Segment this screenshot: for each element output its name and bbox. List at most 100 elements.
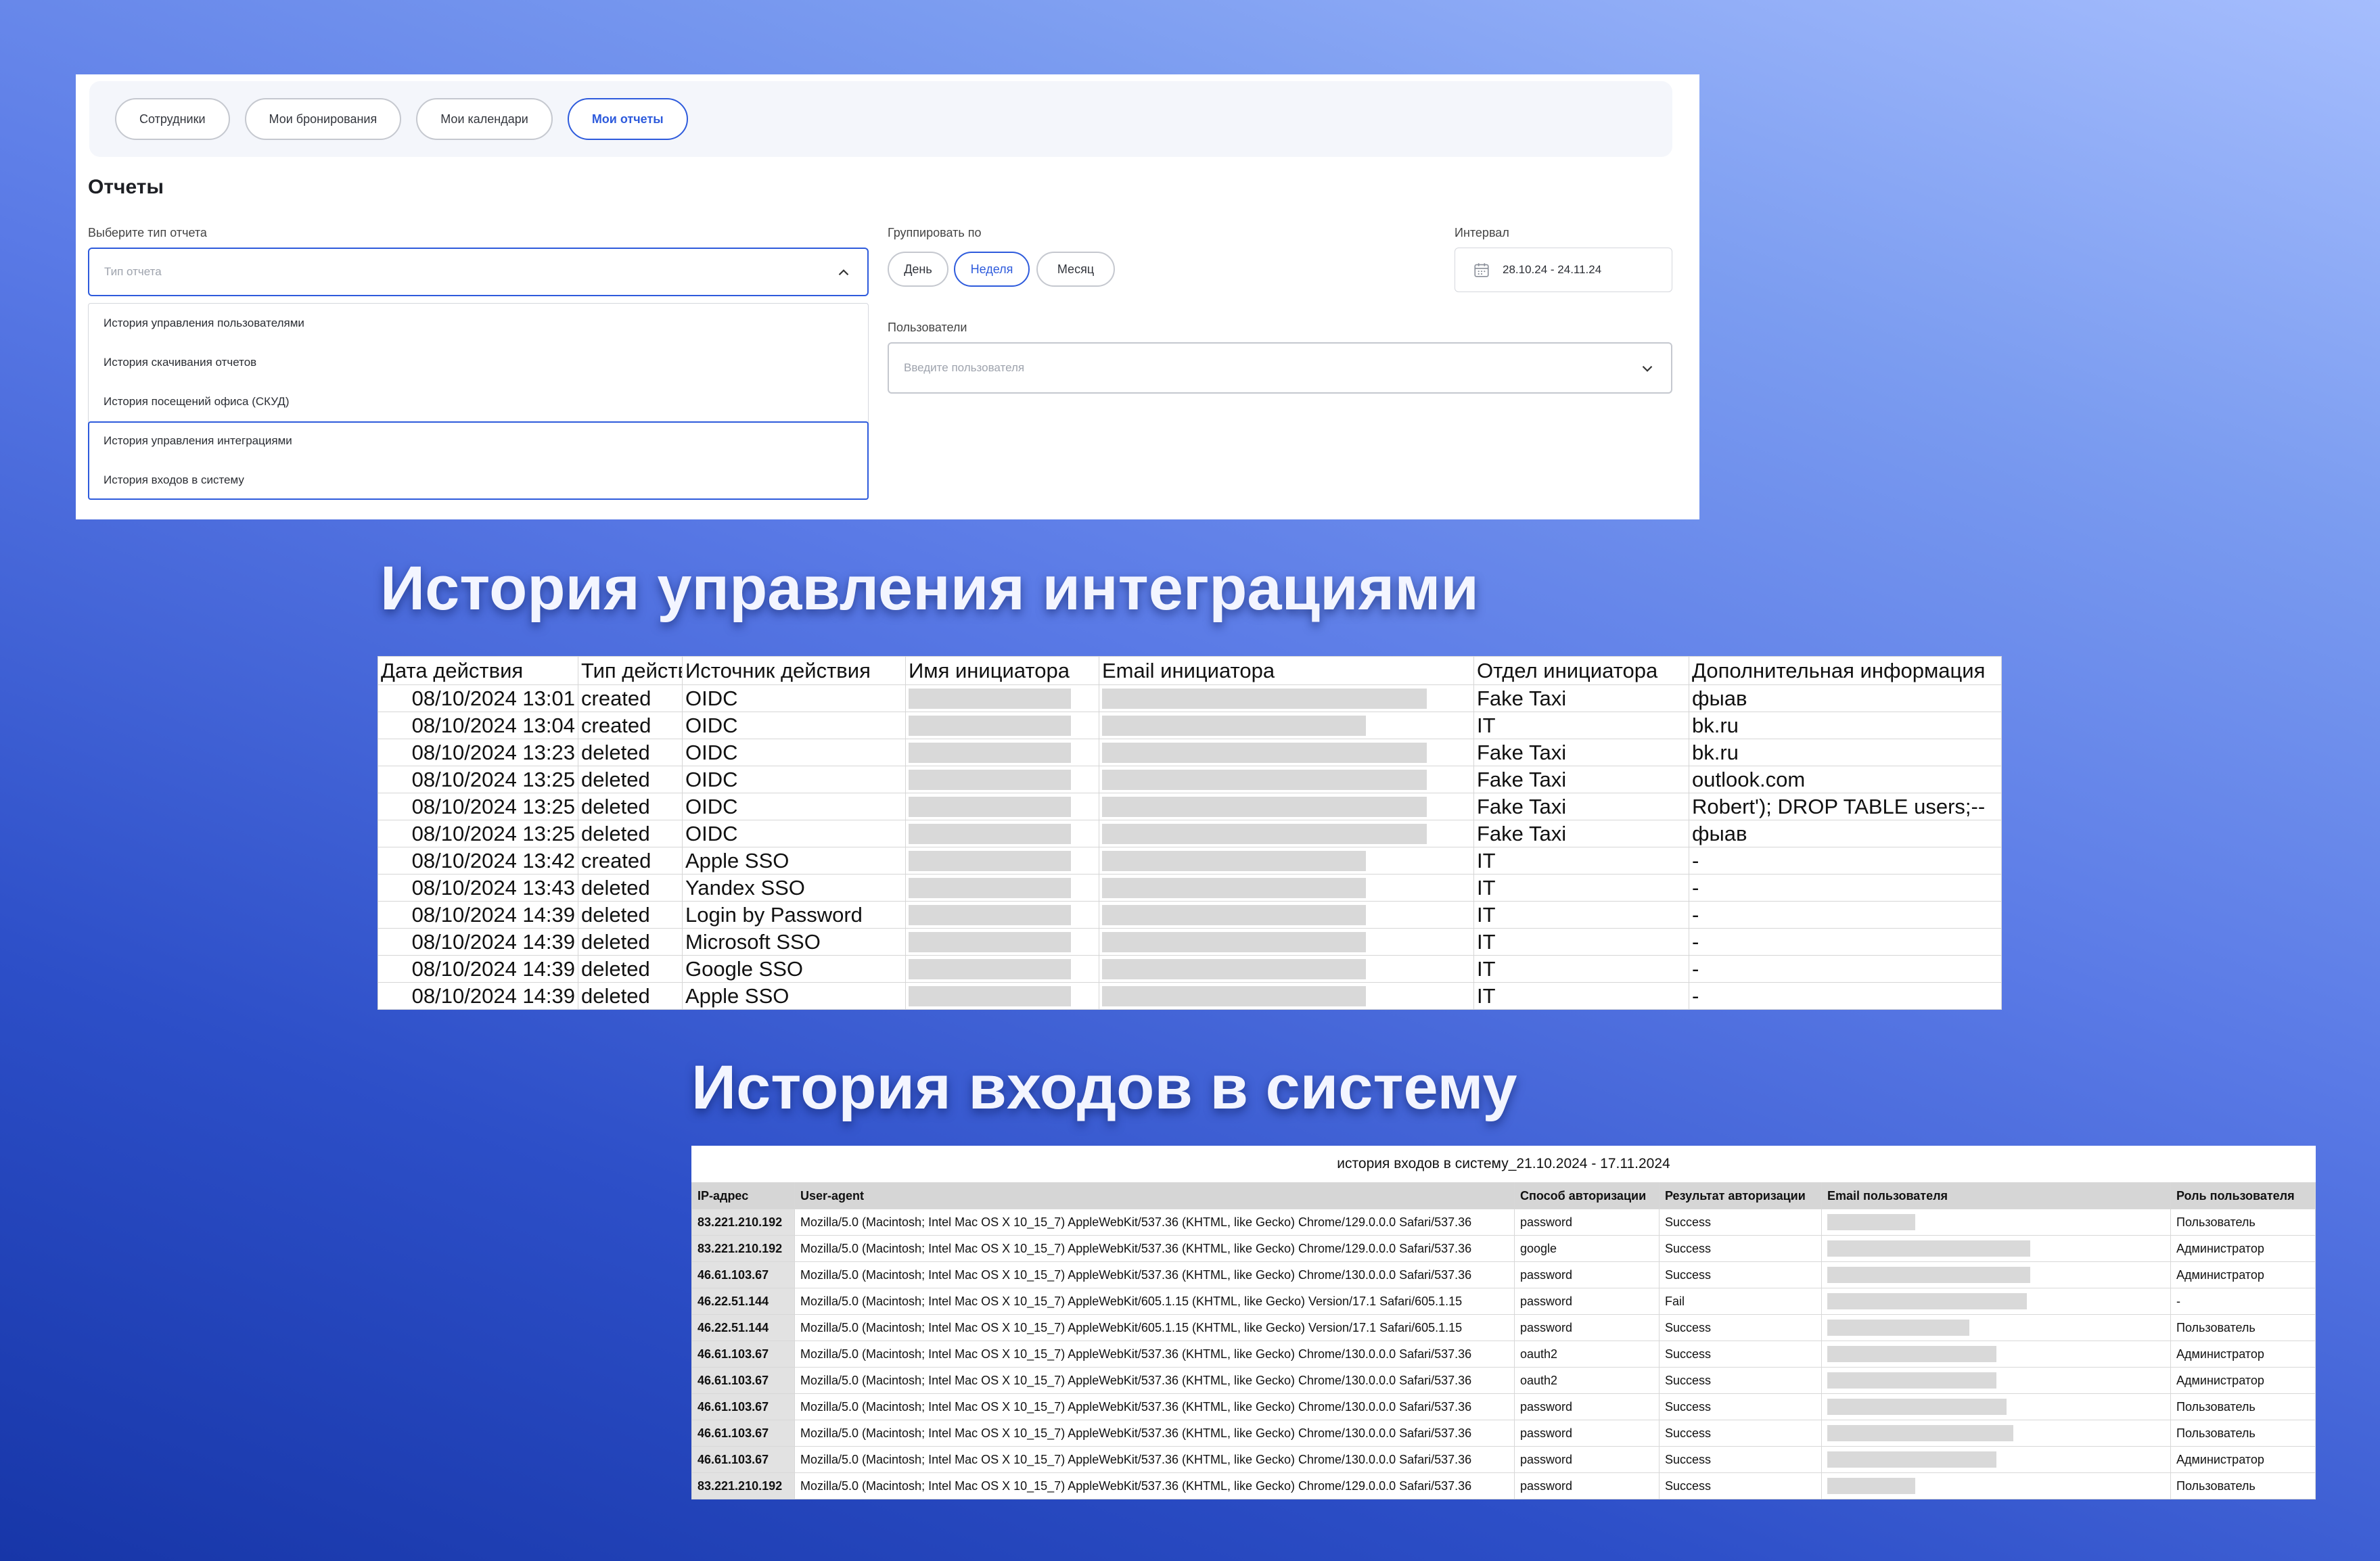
ip-address-cell: 46.61.103.67 (691, 1393, 795, 1420)
initiator-name-cell (905, 928, 1099, 956)
table-row: 46.22.51.144 Mozilla/5.0 (Macintosh; Inte… (691, 1314, 2316, 1341)
redacted-name (909, 931, 1071, 952)
redacted-email (1102, 985, 1366, 1006)
initiator-dept-cell: Fake Taxi (1473, 684, 1689, 712)
user-email-cell (1821, 1209, 2171, 1236)
action-type-cell: deleted (578, 955, 683, 983)
option-login-history[interactable]: История входов в систему (89, 461, 868, 500)
ip-address-cell: 46.22.51.144 (691, 1314, 795, 1341)
login-table-caption: история входов в систему_21.10.2024 - 17… (691, 1146, 2316, 1182)
user-role-cell: Администратор (2170, 1367, 2316, 1394)
table-header-row: Дата действия Тип действ Источник действ… (377, 656, 2002, 685)
table-row: 08/10/2024 13:04 created OIDC IT bk.ru (377, 712, 2002, 739)
table-row: 08/10/2024 13:25 deleted OIDC Fake Taxi outl… (377, 766, 2002, 793)
user-agent-cell: Mozilla/5.0 (Macintosh; Intel Mac OS X 1… (794, 1209, 1515, 1236)
table-row: 08/10/2024 14:39 deleted Microsoft SSO IT - (377, 928, 2002, 956)
initiator-email-cell (1099, 793, 1474, 820)
redacted-name (909, 769, 1071, 790)
report-type-placeholder: Тип отчета (104, 265, 162, 278)
tab-my-bookings[interactable]: Мои бронирования (244, 98, 402, 140)
redacted-email (1102, 877, 1366, 898)
table-row: 08/10/2024 13:25 deleted OIDC Fake Taxi Robe… (377, 793, 2002, 820)
auth-method-cell: password (1514, 1393, 1660, 1420)
action-type-cell: deleted (578, 982, 683, 1010)
user-email-cell (1821, 1341, 2171, 1368)
redacted-email (1827, 1293, 2027, 1309)
user-email-cell (1821, 1314, 2171, 1341)
initiator-email-cell (1099, 901, 1474, 929)
user-agent-cell: Mozilla/5.0 (Macintosh; Intel Mac OS X 1… (794, 1420, 1515, 1447)
ip-address-cell: 46.61.103.67 (691, 1341, 795, 1368)
logins-heading: История входов в систему (691, 1053, 1517, 1122)
action-type-cell: deleted (578, 739, 683, 766)
redacted-email (1102, 742, 1427, 763)
option-office-visit-history[interactable]: История посещений офиса (СКУД) (89, 382, 868, 421)
table-row: 08/10/2024 13:23 deleted OIDC Fake Taxi bk.r… (377, 739, 2002, 766)
action-type-cell: created (578, 712, 683, 739)
initiator-dept-cell: Fake Taxi (1473, 820, 1689, 847)
auth-result-cell: Success (1659, 1209, 1822, 1236)
interval-date-picker[interactable]: 28.10.24 - 24.11.24 (1455, 248, 1672, 292)
user-email-cell (1821, 1393, 2171, 1420)
group-by-day[interactable]: День (888, 252, 948, 287)
column-header: Роль пользователя (2170, 1182, 2316, 1209)
table-row: 08/10/2024 13:43 deleted Yandex SSO IT - (377, 874, 2002, 902)
redacted-name (909, 823, 1071, 844)
initiator-dept-cell: Fake Taxi (1473, 739, 1689, 766)
user-email-cell (1821, 1261, 2171, 1288)
redacted-name (909, 796, 1071, 817)
report-type-label: Выберите тип отчета (88, 226, 207, 239)
auth-method-cell: password (1514, 1288, 1660, 1315)
auth-result-cell: Success (1659, 1367, 1822, 1394)
column-header: User-agent (794, 1182, 1515, 1209)
column-header: Email пользователя (1821, 1182, 2171, 1209)
column-header: Дата действия (377, 656, 578, 685)
redacted-email (1102, 715, 1366, 736)
group-by-month[interactable]: Месяц (1036, 252, 1115, 287)
initiator-email-cell (1099, 874, 1474, 902)
user-agent-cell: Mozilla/5.0 (Macintosh; Intel Mac OS X 1… (794, 1314, 1515, 1341)
initiator-email-cell (1099, 712, 1474, 739)
ip-address-cell: 83.221.210.192 (691, 1209, 795, 1236)
interval-value: 28.10.24 - 24.11.24 (1503, 263, 1602, 276)
user-role-cell: Пользователь (2170, 1209, 2316, 1236)
users-select[interactable]: Введите пользователя (888, 342, 1672, 394)
calendar-icon (1474, 263, 1489, 277)
tab-my-calendars[interactable]: Мои календари (416, 98, 553, 140)
group-by-week[interactable]: Неделя (954, 252, 1030, 287)
action-type-cell: created (578, 684, 683, 712)
tab-my-reports[interactable]: Мои отчеты (567, 98, 688, 140)
user-role-cell: Администратор (2170, 1341, 2316, 1368)
table-row: 08/10/2024 14:39 deleted Login by Password… (377, 901, 2002, 929)
user-role-cell: Пользователь (2170, 1420, 2316, 1447)
option-integration-management-history[interactable]: История управления интеграциями (89, 421, 868, 461)
table-row: 08/10/2024 13:42 created Apple SSO IT - (377, 847, 2002, 875)
action-date-cell: 08/10/2024 14:39 (377, 982, 578, 1010)
initiator-dept-cell: IT (1473, 955, 1689, 983)
action-date-cell: 08/10/2024 14:39 (377, 901, 578, 929)
initiator-email-cell (1099, 847, 1474, 875)
action-type-cell: deleted (578, 874, 683, 902)
login-history-table: история входов в систему_21.10.2024 - 17… (691, 1146, 2316, 1499)
table-row: 08/10/2024 13:25 deleted OIDC Fake Taxi фыав (377, 820, 2002, 847)
report-type-select[interactable]: Тип отчета (88, 248, 869, 296)
group-by-label: Группировать по (888, 226, 982, 239)
tab-employees[interactable]: Сотрудники (115, 98, 230, 140)
auth-method-cell: password (1514, 1261, 1660, 1288)
auth-result-cell: Fail (1659, 1288, 1822, 1315)
option-report-download-history[interactable]: История скачивания отчетов (89, 343, 868, 382)
users-label: Пользователи (888, 321, 967, 334)
action-type-cell: created (578, 847, 683, 875)
action-source-cell: OIDC (682, 739, 906, 766)
redacted-email (1827, 1425, 2013, 1441)
ip-address-cell: 46.61.103.67 (691, 1367, 795, 1394)
user-agent-cell: Mozilla/5.0 (Macintosh; Intel Mac OS X 1… (794, 1261, 1515, 1288)
user-email-cell (1821, 1420, 2171, 1447)
users-placeholder: Введите пользователя (904, 361, 1025, 374)
extra-info-cell: - (1689, 928, 2002, 956)
action-source-cell: Apple SSO (682, 847, 906, 875)
initiator-name-cell (905, 793, 1099, 820)
option-user-management-history[interactable]: История управления пользователями (89, 304, 868, 343)
initiator-dept-cell: Fake Taxi (1473, 793, 1689, 820)
table-row: 83.221.210.192 Mozilla/5.0 (Macintosh; In… (691, 1235, 2316, 1262)
